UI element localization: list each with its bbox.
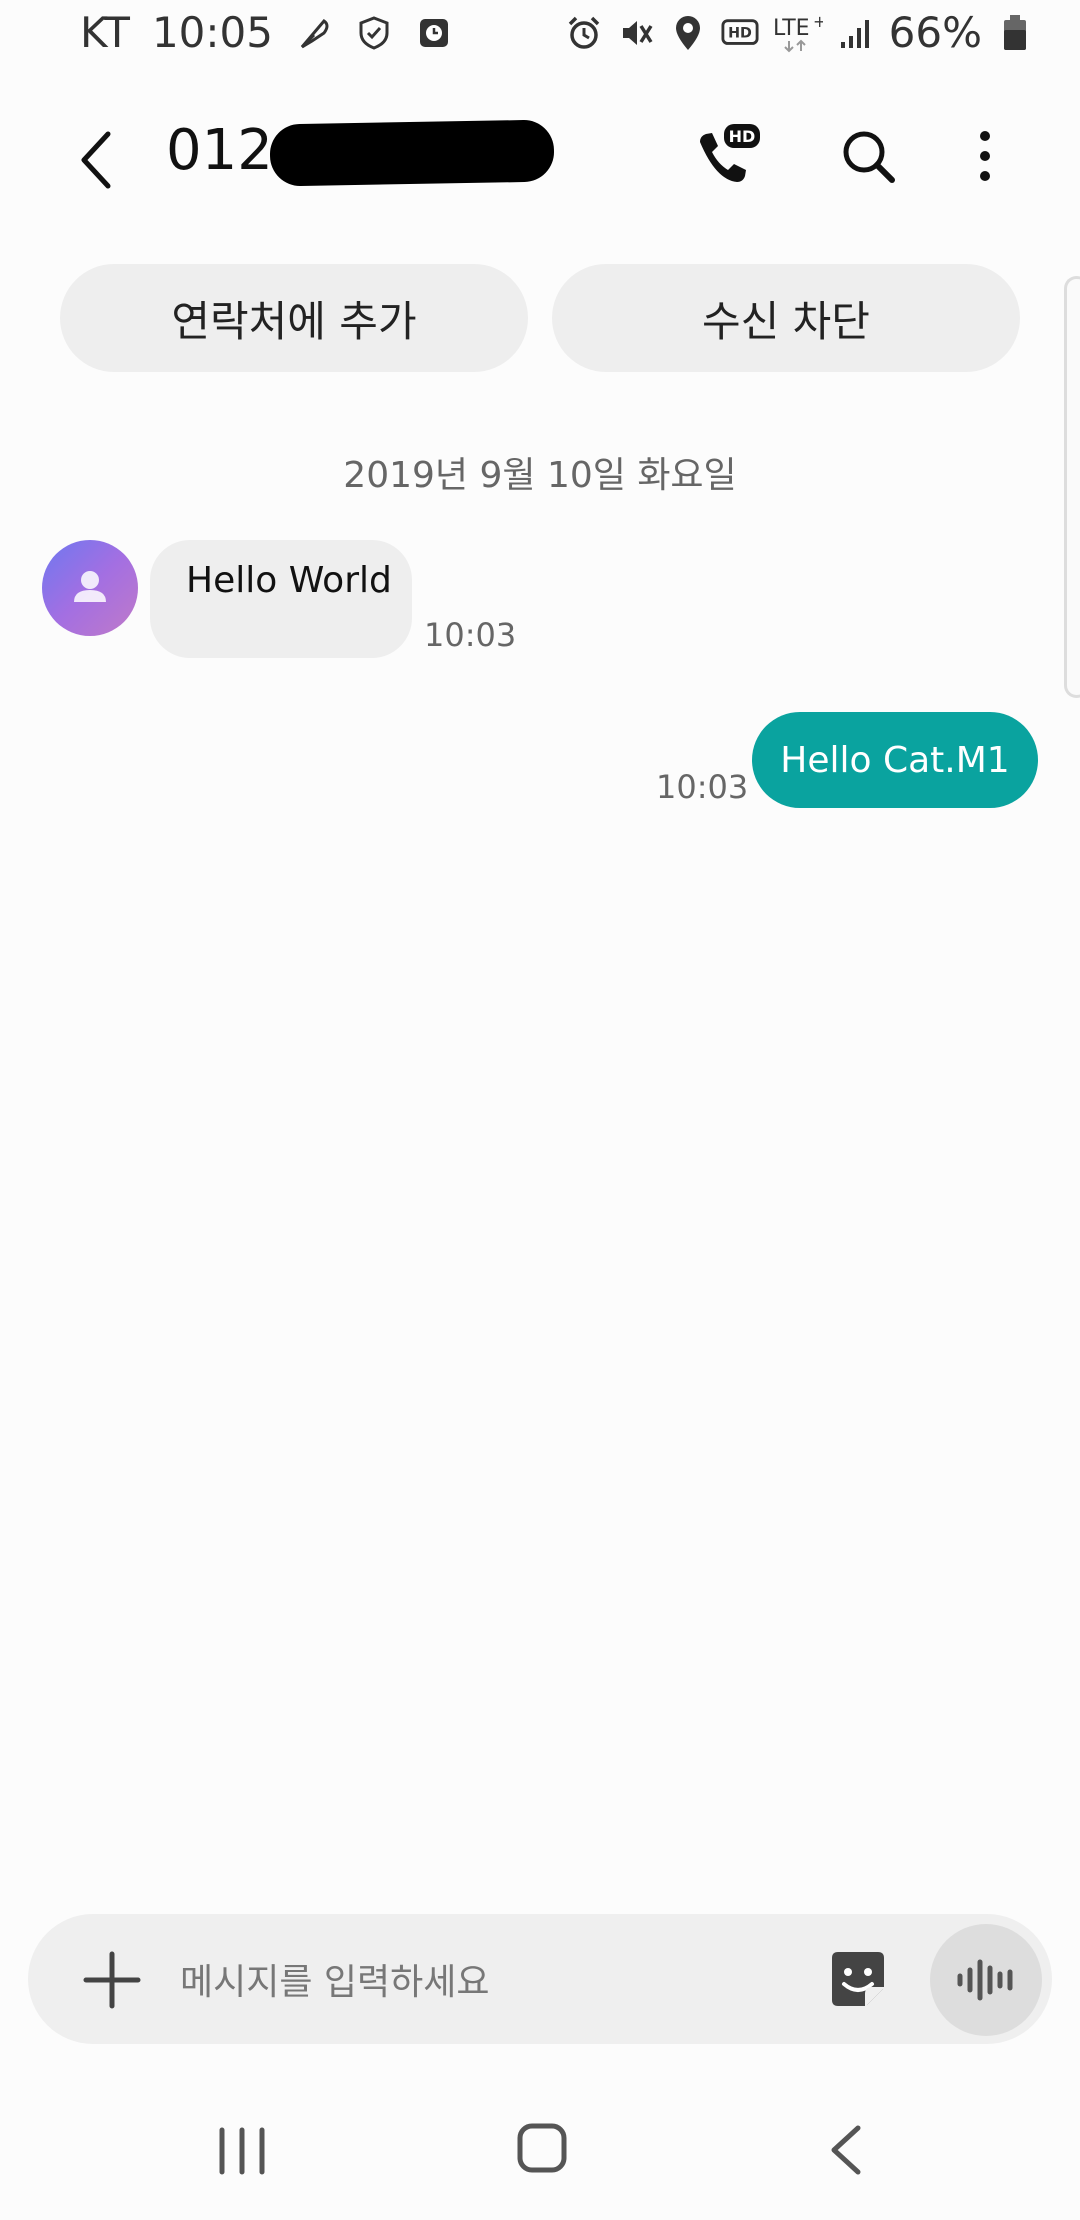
home-button[interactable] (516, 2122, 568, 2174)
hd-call-button[interactable]: HD (686, 120, 766, 200)
lte-icon: LTE + (773, 13, 823, 52)
more-options-button[interactable] (960, 122, 1010, 192)
search-button[interactable] (834, 122, 904, 192)
more-vertical-icon (980, 131, 990, 181)
message-text: Hello Cat.M1 (780, 739, 1010, 781)
attach-button[interactable] (72, 1940, 152, 2020)
message-input[interactable] (178, 1954, 782, 2010)
avatar[interactable] (42, 540, 138, 636)
search-icon (843, 131, 895, 183)
recent-apps-icon (219, 2127, 265, 2175)
status-bar: KT 10:05 HD LTE + 66% (0, 0, 1080, 76)
carrier-label: KT (80, 8, 130, 57)
add-contact-button[interactable]: 연락처에 추가 (60, 264, 528, 372)
chevron-left-icon (831, 2125, 861, 2175)
message-time: 10:03 (656, 768, 749, 806)
back-button[interactable] (64, 124, 136, 196)
home-icon (517, 2123, 567, 2173)
shield-icon (355, 14, 393, 52)
feather-icon (295, 14, 333, 52)
message-text: Hello World (186, 560, 392, 601)
hd-voice-icon: HD (721, 14, 759, 52)
sticker-button[interactable] (826, 1948, 890, 2012)
system-back-button[interactable] (822, 2122, 870, 2178)
status-right: HD LTE + 66% (565, 8, 1034, 57)
message-time: 10:03 (424, 616, 517, 654)
vibrate-mute-icon (617, 14, 655, 52)
sticker-icon (832, 1952, 884, 2006)
alarm-icon (565, 14, 603, 52)
plus-icon (83, 1951, 141, 2009)
voice-record-button[interactable] (930, 1924, 1042, 2036)
message-bubble-outgoing[interactable]: Hello Cat.M1 (752, 712, 1038, 808)
location-icon (669, 14, 707, 52)
person-icon (74, 571, 106, 602)
message-bubble-incoming[interactable]: Hello World (150, 540, 412, 658)
clock: 10:05 (151, 8, 273, 57)
svg-text:+: + (813, 13, 823, 31)
svg-text:HD: HD (729, 127, 756, 146)
block-number-button[interactable]: 수신 차단 (552, 264, 1020, 372)
battery-icon (996, 14, 1034, 52)
recent-apps-button[interactable] (214, 2124, 270, 2178)
clock-app-icon (415, 14, 453, 52)
svg-text:LTE: LTE (773, 16, 810, 41)
svg-text:HD: HD (728, 25, 752, 41)
hd-call-icon: HD (700, 124, 760, 182)
battery-percent: 66% (888, 8, 982, 57)
status-left: KT 10:05 (80, 8, 453, 57)
signal-icon (837, 14, 875, 52)
voice-waveform-icon (957, 1959, 1013, 2001)
date-separator: 2019년 9월 10일 화요일 (343, 455, 737, 496)
back-arrow-icon (81, 131, 111, 189)
redacted-number (269, 119, 555, 187)
